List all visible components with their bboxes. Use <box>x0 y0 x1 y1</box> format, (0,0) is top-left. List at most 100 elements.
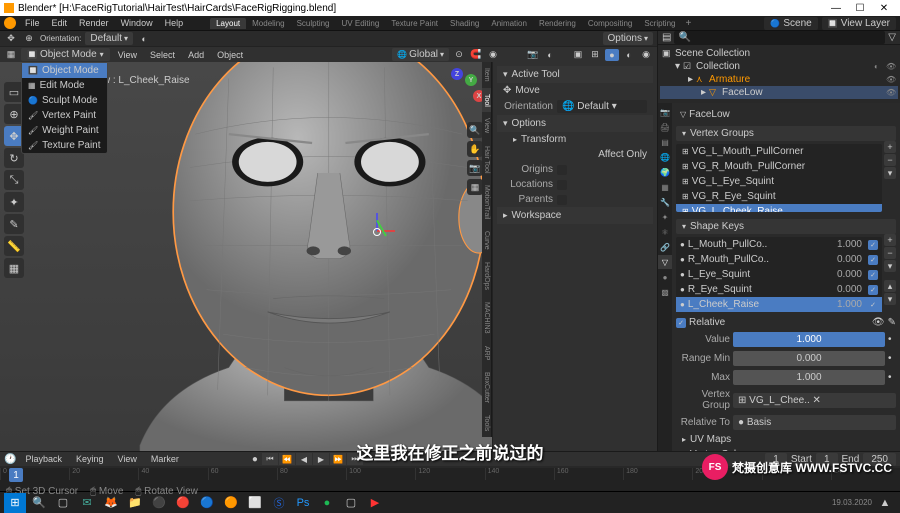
np-tab-arp[interactable]: ARP <box>482 340 492 366</box>
keyframe-next-button[interactable]: ⏩ <box>330 453 346 465</box>
uv-maps-section[interactable]: ▸ UV Maps <box>676 432 896 447</box>
range-min-field[interactable]: 0.000 <box>733 351 885 366</box>
vg-item[interactable]: ⊞ VG_L_Mouth_PullCorner <box>676 144 882 159</box>
prop-tab-data[interactable]: ▽ <box>658 255 672 269</box>
gizmo-icon[interactable]: 📷 <box>526 49 540 61</box>
taskbar-spotify-icon[interactable]: ● <box>316 493 338 513</box>
ws-tab-animation[interactable]: Animation <box>485 18 533 29</box>
pivot-point-icon[interactable]: ⊙ <box>452 49 466 61</box>
vp-menu-add[interactable]: Add <box>183 50 209 60</box>
sk-item[interactable]: ● L_Mouth_PullCo..1.000✓ <box>676 237 882 252</box>
taskbar-firefox-icon[interactable]: 🦊 <box>100 493 122 513</box>
tl-keying[interactable]: Keying <box>71 454 109 464</box>
prop-tab-texture[interactable]: ▩ <box>658 285 672 299</box>
np-workspace-header[interactable]: ▸ Workspace <box>497 207 653 224</box>
transform-orientation[interactable]: 🌐 Global ▾ <box>392 48 449 61</box>
sk-item[interactable]: ● R_Eye_Squint0.000✓ <box>676 282 882 297</box>
vp-menu-select[interactable]: Select <box>145 50 180 60</box>
vertex-colors-section[interactable]: ▸ Vertex Colors <box>676 447 896 451</box>
prop-tab-scene[interactable]: 🌐 <box>658 150 672 164</box>
np-tab-motiontrail[interactable]: MotionTrail <box>482 179 492 225</box>
vertex-group-field[interactable]: ⊞ VG_L_Chee.. ✕ <box>733 393 896 408</box>
value-field[interactable]: 1.000 <box>733 332 885 347</box>
shading-material-icon[interactable]: ◐ <box>622 49 636 61</box>
xray-icon[interactable]: ▣ <box>571 49 585 61</box>
np-active-tool-header[interactable]: ▾ Active Tool <box>497 66 653 83</box>
sk-pin-icon[interactable]: 👁 <box>872 317 885 328</box>
taskbar-app[interactable]: ✉ <box>76 493 98 513</box>
prop-tab-particles[interactable]: ✦ <box>658 210 672 224</box>
shading-wireframe-icon[interactable]: ⊞ <box>588 49 602 61</box>
windows-start-button[interactable]: ⊞ <box>4 493 26 513</box>
outliner-search[interactable]: 🔍 <box>674 31 885 44</box>
shading-rendered-icon[interactable]: ◉ <box>639 49 653 61</box>
menu-edit[interactable]: Edit <box>47 18 73 28</box>
relative-to-field[interactable]: ● Basis <box>733 415 896 430</box>
taskbar-tray-icon[interactable]: ▲ <box>874 493 896 513</box>
transform-gizmo[interactable] <box>355 210 399 254</box>
pivot-icon[interactable]: ◐ <box>137 33 151 45</box>
origins-checkbox[interactable] <box>557 165 567 175</box>
prop-tab-output[interactable]: 🖨 <box>658 120 672 134</box>
proportional-icon[interactable]: ◉ <box>486 49 500 61</box>
orientation-select[interactable]: 🌐 Default ▾ <box>557 100 647 113</box>
outl-collection[interactable]: ▾☑Collection◐👁 <box>660 60 898 73</box>
parents-checkbox[interactable] <box>557 195 567 205</box>
vp-menu-view[interactable]: View <box>113 50 142 60</box>
scene-selector[interactable]: 🔵 Scene <box>764 17 817 30</box>
taskbar-app[interactable]: 🔴 <box>172 493 194 513</box>
nav-zoom-icon[interactable]: 🔍 <box>467 122 483 138</box>
taskbar-photoshop-icon[interactable]: Ps <box>292 493 314 513</box>
taskbar-app[interactable]: ⚫ <box>148 493 170 513</box>
np-options-header[interactable]: ▾ Options <box>497 115 653 132</box>
sk-move-down-button[interactable]: ▾ <box>884 293 896 305</box>
np-tab-hardops[interactable]: HardOps <box>482 256 492 296</box>
ws-tab-scripting[interactable]: Scripting <box>638 18 681 29</box>
vg-menu-button[interactable]: ▾ <box>884 167 896 179</box>
prop-tab-render[interactable]: 📷 <box>658 105 672 119</box>
vg-item[interactable]: ⊞ VG_R_Eye_Squint <box>676 189 882 204</box>
vp-menu-object[interactable]: Object <box>212 50 248 60</box>
prop-tab-object[interactable]: ▦ <box>658 180 672 194</box>
ws-add-button[interactable]: + <box>681 18 695 29</box>
sk-remove-button[interactable]: − <box>884 247 896 259</box>
taskbar-app[interactable]: ▶ <box>364 493 386 513</box>
menu-window[interactable]: Window <box>116 18 158 28</box>
mode-object[interactable]: 🔲 Object Mode <box>22 63 107 78</box>
vg-item[interactable]: ⊞ VG_L_Eye_Squint <box>676 174 882 189</box>
timeline-type-icon[interactable]: 🕐 <box>4 454 16 465</box>
playhead[interactable]: 1 <box>9 468 23 482</box>
sk-mute-checkbox[interactable]: ✓ <box>868 255 878 265</box>
maximize-button[interactable]: ☐ <box>848 0 872 16</box>
taskbar-blender-icon[interactable]: 🟠 <box>220 493 242 513</box>
sk-item[interactable]: ● R_Mouth_PullCo..0.000✓ <box>676 252 882 267</box>
nav-camera-icon[interactable]: 📷 <box>467 160 483 176</box>
mode-edit[interactable]: ▦ Edit Mode <box>22 78 107 93</box>
sk-mute-checkbox[interactable]: ✓ <box>868 270 878 280</box>
sk-add-button[interactable]: + <box>884 234 896 246</box>
ws-tab-texturepaint[interactable]: Texture Paint <box>385 18 444 29</box>
tl-playback[interactable]: Playback <box>20 454 67 464</box>
shading-solid-icon[interactable]: ● <box>605 49 619 61</box>
vertex-groups-header[interactable]: ▾ Vertex Groups <box>676 126 896 141</box>
mode-texture-paint[interactable]: 🖌 Texture Paint <box>22 138 107 153</box>
taskbar-taskview-icon[interactable]: ▢ <box>52 493 74 513</box>
viewlayer-selector[interactable]: 🔲 View Layer <box>822 17 896 30</box>
locations-checkbox[interactable] <box>557 180 567 190</box>
np-tab-boxcutter[interactable]: BoxCutter <box>482 366 492 409</box>
auto-key-icon[interactable]: ● <box>252 454 258 465</box>
mode-weight-paint[interactable]: 🖌 Weight Paint <box>22 123 107 138</box>
vg-item-selected[interactable]: ⊞ VG_L_Cheek_Raise <box>676 204 882 212</box>
minimize-button[interactable]: — <box>824 0 848 16</box>
overlay-icon[interactable]: ◐ <box>543 49 557 61</box>
cursor-icon[interactable]: ✥ <box>4 33 18 45</box>
outliner-type-icon[interactable]: ▤ <box>662 32 671 43</box>
ws-tab-shading[interactable]: Shading <box>444 18 485 29</box>
menu-help[interactable]: Help <box>160 18 189 28</box>
sk-item-selected[interactable]: ● L_Cheek_Raise1.000✓ <box>676 297 882 312</box>
mode-sculpt[interactable]: 🔵 Sculpt Mode <box>22 93 107 108</box>
shape-keys-header[interactable]: ▾ Shape Keys <box>676 219 896 234</box>
np-tab-machin3[interactable]: MACHIN3 <box>482 296 492 340</box>
sk-menu-button[interactable]: ▾ <box>884 260 896 272</box>
prop-tab-constraints[interactable]: 🔗 <box>658 240 672 254</box>
